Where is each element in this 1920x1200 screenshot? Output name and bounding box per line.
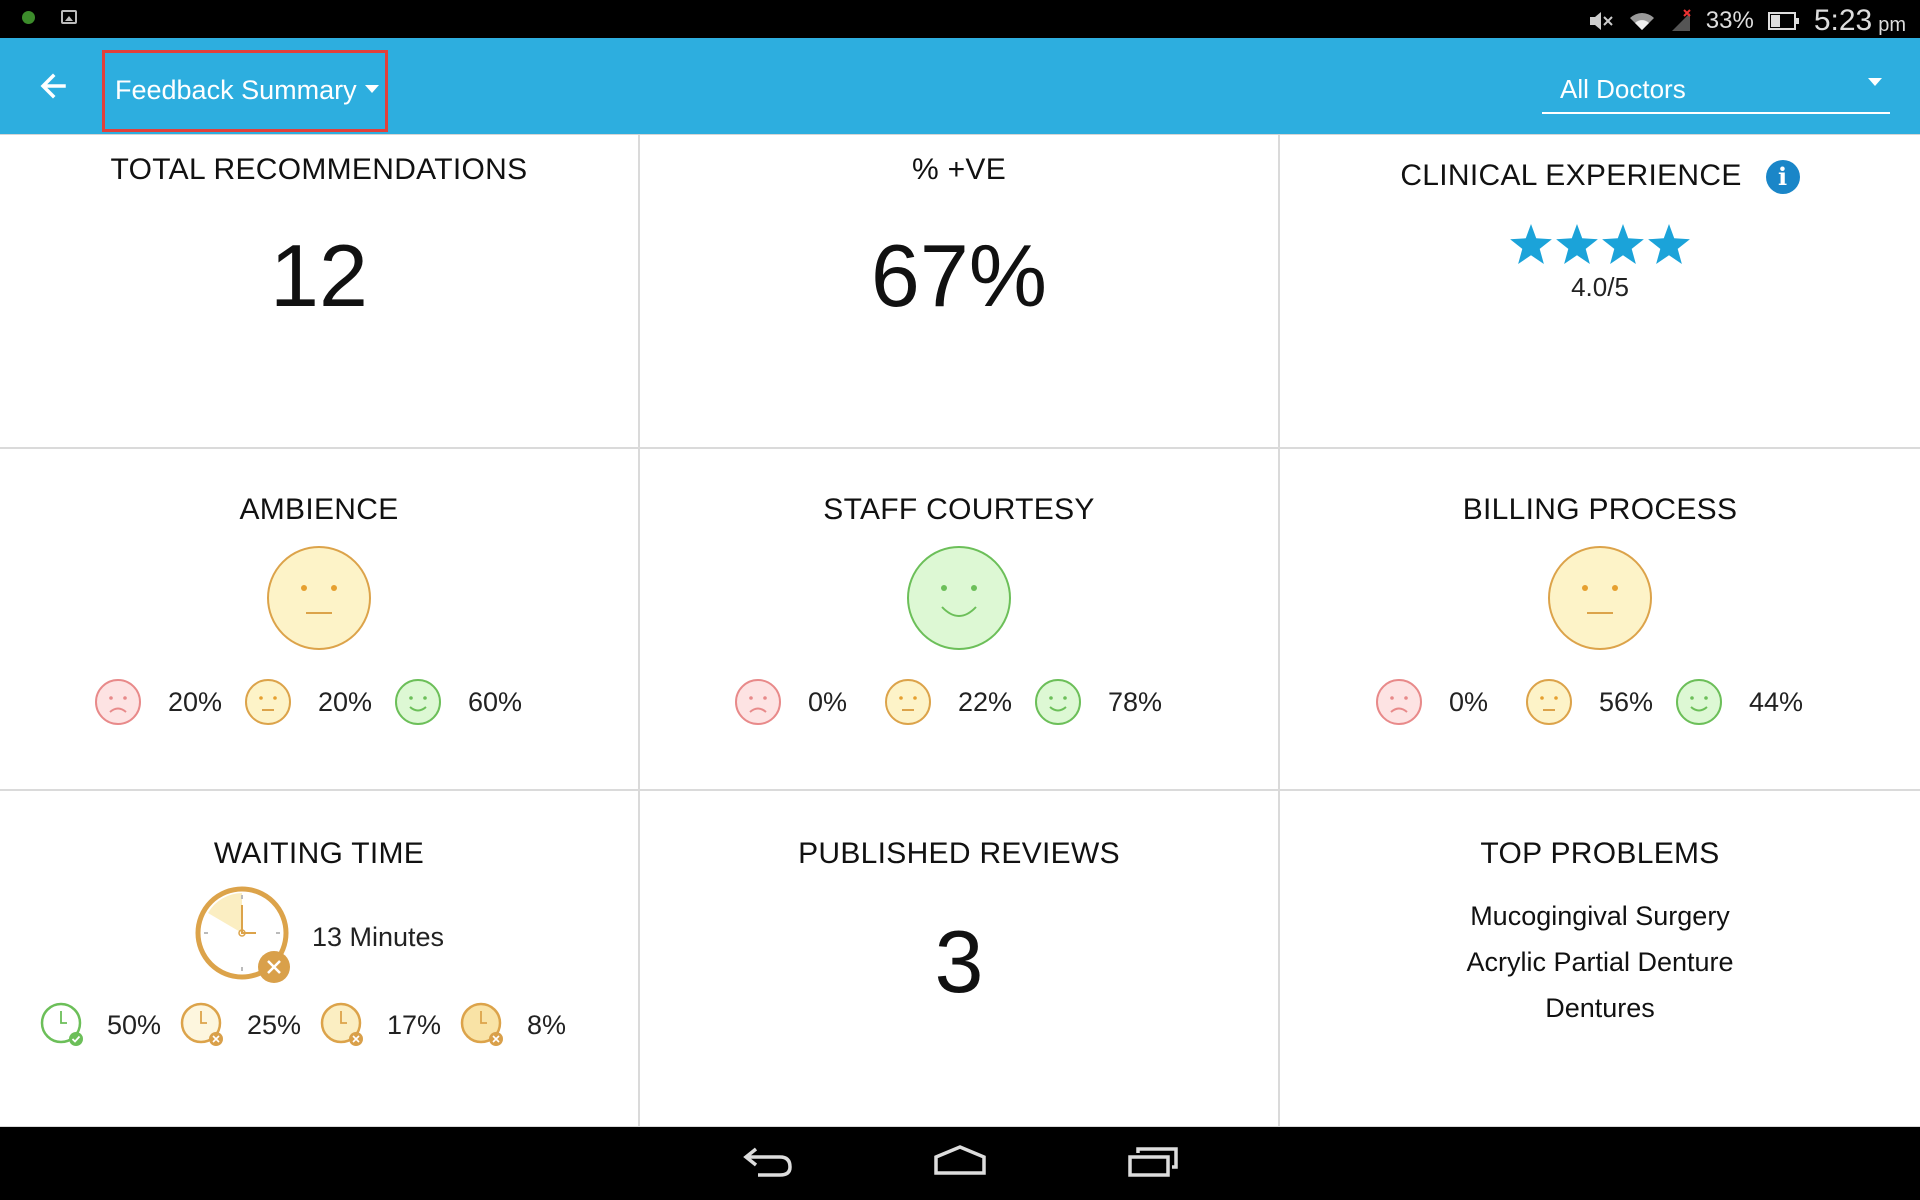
billing-process-breakdown: 0% 56% 44% bbox=[1280, 678, 1920, 726]
waiting-bucket-1-percent: 50% bbox=[107, 1009, 162, 1040]
star-icon bbox=[1510, 224, 1552, 265]
recent-apps-icon bbox=[1128, 1147, 1178, 1177]
star-icon bbox=[1648, 224, 1690, 265]
back-arrow-icon bbox=[743, 1147, 792, 1177]
waiting-bucket-3-percent: 17% bbox=[387, 1009, 442, 1040]
feedback-grid: TOTAL RECOMMENDATIONS 12 % +VE 67% CLINI… bbox=[0, 134, 1920, 1128]
neutral-percent: 56% bbox=[1599, 686, 1654, 717]
doctor-filter-dropdown[interactable]: All Doctors bbox=[1542, 64, 1890, 114]
chevron-down-icon bbox=[1868, 78, 1882, 86]
star-rating bbox=[1280, 224, 1920, 265]
happy-face-icon bbox=[1676, 679, 1722, 725]
published-reviews-value: 3 bbox=[934, 912, 984, 1011]
top-problems-list: Mucogingival Surgery Acrylic Partial Den… bbox=[1280, 893, 1920, 1031]
waiting-bucket-4-percent: 8% bbox=[527, 1009, 567, 1040]
sad-percent: 20% bbox=[168, 686, 223, 717]
card-title: TOTAL RECOMMENDATIONS bbox=[110, 153, 528, 186]
staff-courtesy-card[interactable]: STAFF COURTESY 0% 22% 78% bbox=[640, 449, 1280, 791]
neutral-face-large-icon bbox=[267, 546, 371, 650]
battery-percent: 33% bbox=[1705, 7, 1754, 34]
home-icon bbox=[934, 1145, 986, 1175]
list-item: Acrylic Partial Denture bbox=[1466, 947, 1734, 977]
staff-courtesy-breakdown: 0% 22% 78% bbox=[640, 678, 1278, 726]
clock-on-time-icon bbox=[40, 1002, 83, 1046]
neutral-face-large-icon bbox=[1548, 546, 1652, 650]
neutral-percent: 22% bbox=[958, 686, 1013, 717]
notification-dot-icon bbox=[22, 10, 35, 24]
card-title: STAFF COURTESY bbox=[823, 493, 1095, 526]
list-item: Mucogingival Surgery bbox=[1470, 901, 1730, 931]
neutral-face-icon bbox=[1526, 679, 1572, 725]
neutral-face-icon bbox=[885, 679, 931, 725]
billing-process-card[interactable]: BILLING PROCESS 0% 56% 44% bbox=[1280, 449, 1920, 791]
clock-large-icon bbox=[195, 886, 290, 983]
happy-face-icon bbox=[1035, 679, 1081, 725]
star-icon bbox=[1556, 224, 1598, 265]
ambience-breakdown: 20% 20% 60% bbox=[0, 678, 638, 726]
sad-face-icon bbox=[1376, 679, 1422, 725]
card-title: PUBLISHED REVIEWS bbox=[798, 837, 1120, 870]
signal-icon bbox=[1671, 9, 1691, 31]
sad-percent: 0% bbox=[1449, 686, 1489, 717]
positive-percent-value: 67% bbox=[870, 226, 1048, 325]
arrow-left-icon bbox=[40, 73, 66, 99]
waiting-time-breakdown: 50% 25% 17% 8% bbox=[0, 1001, 638, 1049]
sad-percent: 0% bbox=[808, 686, 848, 717]
published-reviews-card[interactable]: PUBLISHED REVIEWS 3 bbox=[640, 791, 1280, 1128]
nav-home-button[interactable] bbox=[932, 1141, 988, 1186]
neutral-face-icon bbox=[245, 679, 291, 725]
sad-face-icon bbox=[95, 679, 141, 725]
rating-value: 4.0/5 bbox=[1571, 272, 1629, 303]
sad-face-icon bbox=[735, 679, 781, 725]
ambience-card[interactable]: AMBIENCE 20% 20% 60% bbox=[0, 449, 640, 791]
top-problems-card[interactable]: TOP PROBLEMS Mucogingival Surgery Acryli… bbox=[1280, 791, 1920, 1128]
waiting-time-card[interactable]: WAITING TIME 13 Minutes 50% 25% 17% 8% bbox=[0, 791, 640, 1128]
clock-very-late-icon bbox=[460, 1002, 503, 1046]
total-recommendations-card[interactable]: TOTAL RECOMMENDATIONS 12 bbox=[0, 135, 640, 449]
happy-percent: 60% bbox=[468, 686, 523, 717]
clock-late-icon bbox=[180, 1002, 223, 1046]
nav-back-button[interactable] bbox=[742, 1141, 794, 1186]
card-title: TOP PROBLEMS bbox=[1480, 837, 1720, 870]
battery-icon bbox=[1767, 12, 1799, 30]
happy-face-icon bbox=[395, 679, 441, 725]
clinical-experience-card[interactable]: CLINICAL EXPERIENCE i 4.0/5 bbox=[1280, 135, 1920, 449]
clock-time: 5:23 bbox=[1813, 4, 1873, 37]
star-icon bbox=[1602, 224, 1644, 265]
card-title: CLINICAL EXPERIENCE bbox=[1400, 159, 1742, 192]
page-title: Feedback Summary bbox=[115, 75, 357, 105]
info-icon[interactable]: i bbox=[1765, 160, 1800, 195]
happy-percent: 44% bbox=[1749, 686, 1804, 717]
positive-percent-card[interactable]: % +VE 67% bbox=[640, 135, 1280, 449]
card-title: % +VE bbox=[911, 153, 1007, 186]
mute-icon bbox=[1589, 12, 1613, 30]
list-item: Dentures bbox=[1545, 993, 1655, 1023]
clock-late-icon bbox=[320, 1002, 363, 1046]
average-waiting-time: 13 Minutes bbox=[311, 921, 445, 952]
card-title: WAITING TIME bbox=[213, 837, 425, 870]
chevron-down-icon bbox=[365, 85, 379, 93]
doctor-filter-value: All Doctors bbox=[1560, 74, 1686, 104]
happy-percent: 78% bbox=[1108, 686, 1163, 717]
nav-recents-button[interactable] bbox=[1126, 1141, 1180, 1186]
neutral-percent: 20% bbox=[318, 686, 373, 717]
back-button[interactable] bbox=[36, 68, 72, 104]
waiting-bucket-2-percent: 25% bbox=[247, 1009, 302, 1040]
status-bar: 33% 5:23 pm bbox=[0, 0, 1920, 38]
card-title: AMBIENCE bbox=[239, 493, 399, 526]
total-recommendations-value: 12 bbox=[270, 226, 368, 325]
image-notification-icon bbox=[61, 10, 77, 24]
feedback-summary-dropdown[interactable]: Feedback Summary bbox=[102, 50, 388, 132]
waiting-time-summary: 13 Minutes bbox=[0, 885, 638, 989]
card-title: BILLING PROCESS bbox=[1462, 493, 1738, 526]
wifi-icon bbox=[1629, 13, 1654, 30]
navigation-bar bbox=[0, 1127, 1920, 1200]
happy-face-large-icon bbox=[907, 546, 1011, 650]
app-bar: Feedback Summary All Doctors bbox=[0, 38, 1920, 134]
clock-ampm: pm bbox=[1878, 13, 1906, 36]
